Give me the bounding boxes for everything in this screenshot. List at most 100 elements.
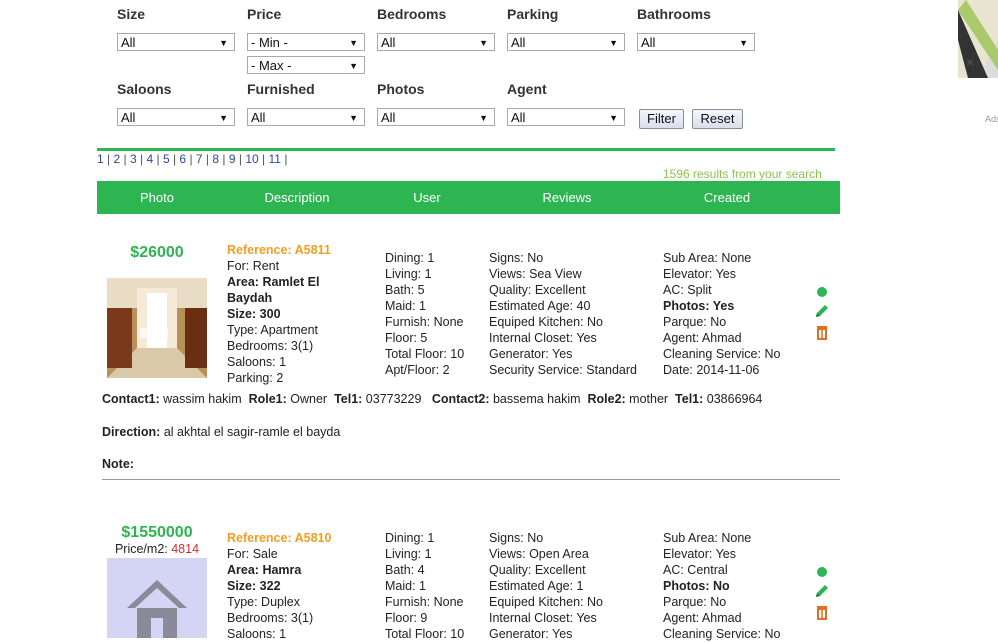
tel1-label: Tel1: <box>334 392 363 406</box>
saloons-select[interactable]: All ▼ <box>117 108 235 126</box>
chevron-down-icon: ▼ <box>219 38 228 48</box>
detail-photos: Photos: Yes <box>663 299 735 313</box>
detail-agent: Agent: Ahmad <box>663 331 742 345</box>
bedrooms-select[interactable]: All ▼ <box>377 33 495 51</box>
page-link-11[interactable]: 11 <box>269 152 281 166</box>
edit-pencil-icon[interactable] <box>814 583 830 599</box>
agent-select[interactable]: All ▼ <box>507 108 625 126</box>
ad-label: Ads <box>985 114 998 124</box>
table-header: Photo Description User Reviews Created <box>97 181 840 214</box>
listing-size: Size: 300 <box>227 306 337 322</box>
detail-dining: Dining: 1 <box>385 251 435 265</box>
bathrooms-select[interactable]: All ▼ <box>637 33 755 51</box>
ad-graphic <box>958 0 998 78</box>
detail-total-floor: Total Floor: 10 <box>385 347 465 361</box>
contact2-value: bassema hakim <box>492 392 581 406</box>
detail-maid: Maid: 1 <box>385 299 426 313</box>
detail-date: Date: 2014-11-06 <box>663 363 760 377</box>
listing-reference[interactable]: Reference: A5810 <box>227 530 337 546</box>
listing-description: Reference: A5811 For: Rent Area: Ramlet … <box>227 242 337 386</box>
page-link-10[interactable]: 10 <box>245 152 258 166</box>
chevron-down-icon: ▼ <box>349 61 358 71</box>
ad-close-icon[interactable]: × <box>966 54 974 70</box>
detail-elevator: Elevator: Yes <box>663 267 736 281</box>
page-separator: | <box>136 152 147 166</box>
detail-security: Security Service: Standard <box>489 363 637 377</box>
edit-pencil-icon[interactable] <box>814 303 830 319</box>
listing-photo[interactable] <box>107 558 207 638</box>
detail-elevator: Elevator: Yes <box>663 547 736 561</box>
listing-bedrooms: Bedrooms: 3(1) <box>227 339 314 353</box>
page-separator: | <box>153 152 163 166</box>
detail-photos: Photos: No <box>663 579 730 593</box>
listing-user-col: Dining: 1 Living: 1 Bath: 5 Maid: 1 Furn… <box>385 250 464 378</box>
header-user: User <box>413 190 441 205</box>
page-link-1[interactable]: 1 <box>97 152 104 166</box>
direction-row: Direction: al akhtal el sagir-ramle el b… <box>102 425 340 439</box>
listing-type: Type: Duplex <box>227 595 300 609</box>
detail-furnish: Furnish: None <box>385 315 464 329</box>
parking-select[interactable]: All ▼ <box>507 33 625 51</box>
chevron-down-icon: ▼ <box>609 38 618 48</box>
detail-maid: Maid: 1 <box>385 579 426 593</box>
listing-reference[interactable]: Reference: A5811 <box>227 242 337 258</box>
listing-bedrooms: Bedrooms: 3(1) <box>227 611 314 625</box>
listing-created-col: Sub Area: None Elevator: Yes AC: Central… <box>663 530 780 642</box>
detail-parque: Parque: No <box>663 315 727 329</box>
chevron-down-icon: ▼ <box>479 113 488 123</box>
page-link-7[interactable]: 7 <box>196 152 203 166</box>
listing-saloons: Saloons: 1 <box>227 627 287 641</box>
photos-select[interactable]: All ▼ <box>377 108 495 126</box>
page-link-9[interactable]: 9 <box>229 152 236 166</box>
detail-views: Views: Open Area <box>489 547 589 561</box>
page-separator: | <box>280 152 288 166</box>
status-dot-icon[interactable] <box>817 567 827 577</box>
size-value: 300 <box>259 307 281 321</box>
delete-trash-icon[interactable] <box>814 324 830 340</box>
detail-subarea: Sub Area: None <box>663 251 752 265</box>
listing-for: For: Sale <box>227 547 278 561</box>
delete-trash-icon[interactable] <box>814 604 830 620</box>
price-min-select[interactable]: - Min - ▼ <box>247 33 365 51</box>
house-placeholder-icon <box>127 580 187 638</box>
detail-floor: Floor: 9 <box>385 611 428 625</box>
size-select[interactable]: All ▼ <box>117 33 235 51</box>
header-created: Created <box>703 190 751 205</box>
status-dot-icon[interactable] <box>817 287 827 297</box>
price-m2-value: 4814 <box>171 542 200 556</box>
role2-label: Role2: <box>587 392 626 406</box>
listing-photo[interactable] <box>107 278 207 378</box>
ad-banner[interactable] <box>958 0 998 78</box>
detail-kitchen: Equiped Kitchen: No <box>489 595 603 609</box>
page-separator: | <box>202 152 213 166</box>
page-link-3[interactable]: 3 <box>130 152 137 166</box>
listing-type: Type: Apartment <box>227 323 319 337</box>
detail-age: Estimated Age: 40 <box>489 299 591 313</box>
furnished-select[interactable]: All ▼ <box>247 108 365 126</box>
page-link-5[interactable]: 5 <box>163 152 170 166</box>
filter-label-price: Price <box>247 6 282 22</box>
header-description: Description <box>264 190 330 205</box>
price-max-select[interactable]: - Max - ▼ <box>247 56 365 74</box>
page-separator: | <box>103 152 114 166</box>
filter-label-parking: Parking <box>507 6 559 22</box>
detail-dining: Dining: 1 <box>385 531 435 545</box>
detail-bath: Bath: 5 <box>385 283 425 297</box>
filter-label-size: Size <box>117 6 146 22</box>
listing-divider <box>102 479 840 480</box>
detail-agent: Agent: Ahmad <box>663 611 742 625</box>
listing-area: Area: Hamra <box>227 562 337 578</box>
contact-row: Contact1: wassim hakim Role1: Owner Tel1… <box>102 392 762 406</box>
bathrooms-select-value: All <box>641 35 656 50</box>
detail-ac: AC: Split <box>663 283 712 297</box>
detail-views: Views: Sea View <box>489 267 582 281</box>
agent-select-value: All <box>511 110 526 125</box>
area-label: Area: <box>227 275 259 289</box>
filter-label-saloons: Saloons <box>117 81 172 97</box>
filter-label-agent: Agent <box>507 81 547 97</box>
reset-button[interactable]: Reset <box>692 109 743 129</box>
listing-for: For: Rent <box>227 259 280 273</box>
detail-age: Estimated Age: 1 <box>489 579 584 593</box>
filter-button[interactable]: Filter <box>639 109 684 129</box>
chevron-down-icon: ▼ <box>349 113 358 123</box>
